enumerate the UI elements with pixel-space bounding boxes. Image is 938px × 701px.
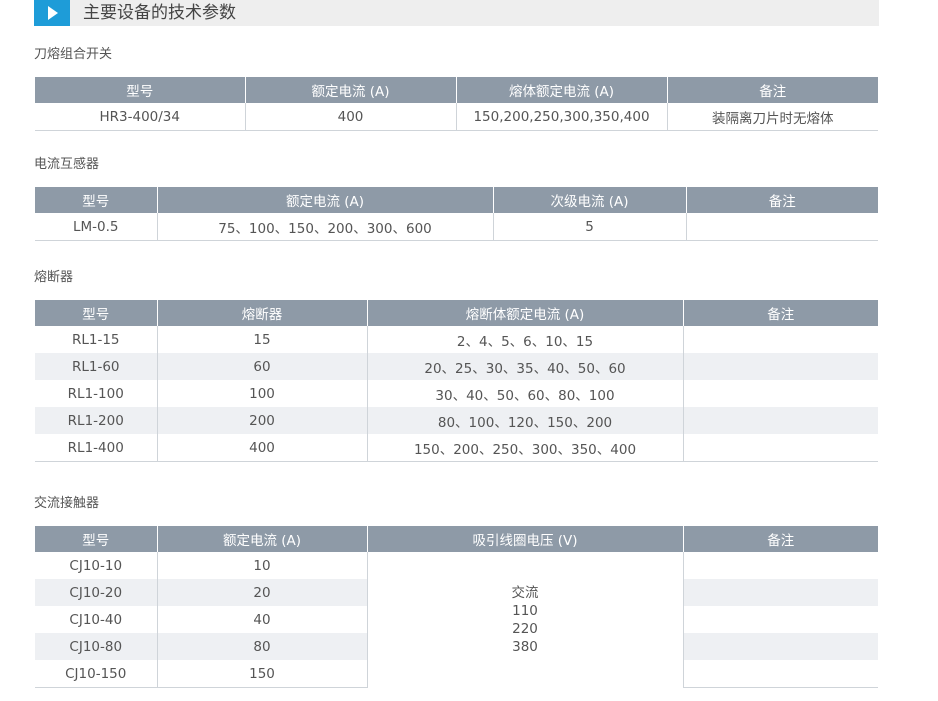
model-cell: RL1-15 bbox=[35, 326, 158, 353]
transformer-table: 型号 额定电流 (A) 次级电流 (A) 备注 LM-0.5 75、100、15… bbox=[35, 187, 878, 241]
model-cell: CJ10-40 bbox=[35, 606, 158, 633]
column-header: 额定电流 (A) bbox=[157, 187, 494, 213]
column-header: 次级电流 (A) bbox=[493, 187, 687, 213]
rated-current-cell: 10 bbox=[157, 552, 368, 579]
model-cell: HR3-400/34 bbox=[35, 103, 246, 131]
table-row: RL1-100 100 30、40、50、60、80、100 bbox=[35, 380, 878, 407]
section-title-fuse: 熔断器 bbox=[34, 270, 74, 285]
voltage-value: 220 bbox=[512, 620, 538, 637]
secondary-current-cell: 5 bbox=[493, 213, 687, 241]
table-row: RL1-60 60 20、25、30、35、40、50、60 bbox=[35, 353, 878, 380]
table-row: CJ10-10 10 交流 110 220 380 bbox=[35, 552, 878, 688]
rated-current-cell: 150 bbox=[157, 660, 368, 688]
model-cell: RL1-200 bbox=[35, 407, 158, 434]
fuse-cell: 200 bbox=[157, 407, 368, 434]
rated-current-cell: 400 bbox=[245, 103, 457, 131]
column-header: 备注 bbox=[667, 77, 878, 103]
table-row: RL1-200 200 80、100、120、150、200 bbox=[35, 407, 878, 434]
contactor-table: 型号 额定电流 (A) 吸引线圈电压 (V) 备注 CJ10-10 10 交流 … bbox=[35, 526, 878, 688]
rated-current-cell: 20 bbox=[157, 579, 368, 606]
remark-cell bbox=[683, 552, 878, 579]
column-header: 吸引线圈电压 (V) bbox=[367, 526, 684, 552]
table-row: RL1-15 15 2、4、5、6、10、15 bbox=[35, 326, 878, 353]
section-header: 主要设备的技术参数 bbox=[34, 0, 879, 26]
column-header: 型号 bbox=[35, 187, 158, 213]
fuse-table: 型号 熔断器 熔断体额定电流 (A) 备注 RL1-15 15 2、4、5、6、… bbox=[35, 300, 878, 462]
remark-cell bbox=[686, 213, 878, 241]
column-header: 备注 bbox=[683, 526, 878, 552]
column-header: 熔体额定电流 (A) bbox=[456, 77, 668, 103]
fuse-current-cell: 150、200、250、300、350、400 bbox=[367, 434, 684, 462]
model-cell: RL1-100 bbox=[35, 380, 158, 407]
column-header: 备注 bbox=[686, 187, 878, 213]
table-row: HR3-400/34 400 150,200,250,300,350,400 装… bbox=[35, 103, 878, 131]
rated-current-cell: 75、100、150、200、300、600 bbox=[157, 213, 494, 241]
column-header: 熔断器 bbox=[157, 300, 368, 326]
column-header: 型号 bbox=[35, 526, 158, 552]
coil-voltage-cell: 交流 110 220 380 bbox=[367, 552, 684, 688]
rated-current-cell: 80 bbox=[157, 633, 368, 660]
fuse-current-cell: 80、100、120、150、200 bbox=[367, 407, 684, 434]
model-cell: CJ10-80 bbox=[35, 633, 158, 660]
switch-table: 型号 额定电流 (A) 熔体额定电流 (A) 备注 HR3-400/34 400… bbox=[35, 77, 878, 131]
remark-cell bbox=[683, 326, 878, 353]
column-header: 额定电流 (A) bbox=[157, 526, 368, 552]
section-title-contactor: 交流接触器 bbox=[34, 496, 100, 511]
fuse-cell: 400 bbox=[157, 434, 368, 462]
model-cell: CJ10-150 bbox=[35, 660, 158, 688]
remark-cell: 装隔离刀片时无熔体 bbox=[667, 103, 878, 131]
fuse-current-cell: 30、40、50、60、80、100 bbox=[367, 380, 684, 407]
remark-cell bbox=[683, 353, 878, 380]
model-cell: RL1-400 bbox=[35, 434, 158, 462]
model-cell: LM-0.5 bbox=[35, 213, 158, 241]
remark-cell bbox=[683, 660, 878, 688]
fuse-current-cell: 2、4、5、6、10、15 bbox=[367, 326, 684, 353]
model-cell: CJ10-20 bbox=[35, 579, 158, 606]
voltage-value: 110 bbox=[512, 602, 538, 619]
column-header: 型号 bbox=[35, 300, 158, 326]
section-title-switch: 刀熔组合开关 bbox=[34, 47, 113, 62]
voltage-type: 交流 bbox=[511, 584, 539, 601]
fuse-cell: 60 bbox=[157, 353, 368, 380]
fuse-cell: 15 bbox=[157, 326, 368, 353]
page-title: 主要设备的技术参数 bbox=[83, 3, 236, 23]
table-row: LM-0.5 75、100、150、200、300、600 5 bbox=[35, 213, 878, 241]
remark-cell bbox=[683, 407, 878, 434]
play-arrow-icon bbox=[34, 0, 70, 26]
fuse-current-cell: 150,200,250,300,350,400 bbox=[456, 103, 668, 131]
column-header: 额定电流 (A) bbox=[245, 77, 457, 103]
fuse-cell: 100 bbox=[157, 380, 368, 407]
model-cell: RL1-60 bbox=[35, 353, 158, 380]
model-cell: CJ10-10 bbox=[35, 552, 158, 579]
remark-cell bbox=[683, 434, 878, 462]
column-header: 熔断体额定电流 (A) bbox=[367, 300, 684, 326]
remark-cell bbox=[683, 633, 878, 660]
remark-cell bbox=[683, 606, 878, 633]
table-row: RL1-400 400 150、200、250、300、350、400 bbox=[35, 434, 878, 462]
voltage-value: 380 bbox=[512, 638, 538, 655]
remark-cell bbox=[683, 579, 878, 606]
section-title-transformer: 电流互感器 bbox=[34, 157, 100, 172]
column-header: 备注 bbox=[683, 300, 878, 326]
remark-cell bbox=[683, 380, 878, 407]
fuse-current-cell: 20、25、30、35、40、50、60 bbox=[367, 353, 684, 380]
column-header: 型号 bbox=[35, 77, 246, 103]
rated-current-cell: 40 bbox=[157, 606, 368, 633]
